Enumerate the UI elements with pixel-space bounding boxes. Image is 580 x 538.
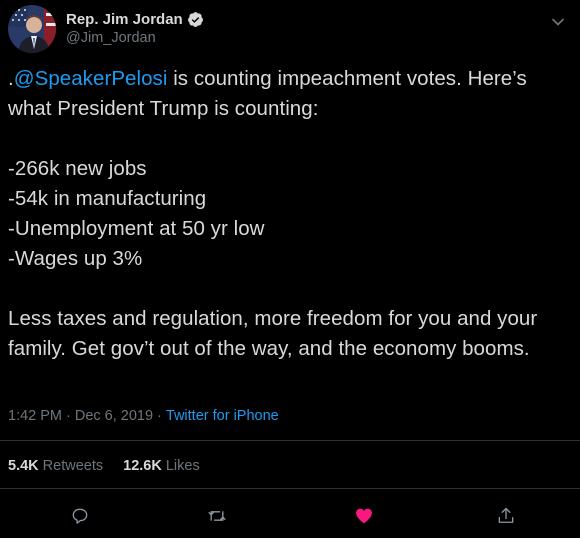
mention-link[interactable]: @SpeakerPelosi (14, 67, 168, 90)
reply-icon[interactable] (68, 504, 92, 528)
author-handle[interactable]: @Jim_Jordan (66, 29, 204, 48)
retweets-stat[interactable]: 5.4K Retweets (8, 456, 103, 476)
author-names: Rep. Jim Jordan @Jim_Jordan (66, 10, 204, 48)
tweet-text: .@SpeakerPelosi is counting impeachment … (8, 64, 570, 364)
bullet-item: -54k in manufacturing (8, 187, 207, 210)
tweet-closing: Less taxes and regulation, more freedom … (8, 307, 538, 360)
meta-separator: · (157, 408, 162, 424)
tweet-source[interactable]: Twitter for iPhone (166, 408, 279, 424)
more-options-chevron-down-icon[interactable] (548, 12, 568, 32)
heart-icon[interactable] (352, 504, 376, 528)
likes-count: 12.6K (123, 458, 162, 474)
share-icon[interactable] (494, 504, 518, 528)
retweets-count: 5.4K (8, 458, 39, 474)
likes-stat[interactable]: 12.6K Likes (123, 456, 200, 476)
tweet-stats: 5.4K Retweets 12.6K Likes (8, 456, 200, 476)
tweet-header: Rep. Jim Jordan @Jim_Jordan (8, 3, 204, 55)
avatar[interactable] (8, 5, 56, 53)
tweet-intro: .@SpeakerPelosi is counting impeachment … (8, 64, 570, 124)
tweet: Rep. Jim Jordan @Jim_Jordan .@SpeakerPel… (0, 0, 580, 538)
author-display-name[interactable]: Rep. Jim Jordan (66, 10, 183, 29)
meta-separator: · (66, 408, 71, 424)
retweet-icon[interactable] (205, 504, 229, 528)
verified-badge-icon (187, 11, 204, 28)
tweet-meta: 1:42 PM · Dec 6, 2019 · Twitter for iPhone (8, 406, 279, 426)
author-name-row: Rep. Jim Jordan (66, 10, 204, 29)
divider (0, 488, 580, 489)
tweet-actions (0, 504, 580, 528)
likes-label: Likes (165, 458, 200, 474)
bullet-item: -Wages up 3% (8, 247, 143, 270)
bullet-item: -266k new jobs (8, 157, 147, 180)
tweet-time[interactable]: 1:42 PM (8, 408, 62, 424)
tweet-date[interactable]: Dec 6, 2019 (75, 408, 153, 424)
bullet-item: -Unemployment at 50 yr low (8, 217, 265, 240)
retweets-label: Retweets (42, 458, 104, 474)
divider (0, 440, 580, 441)
